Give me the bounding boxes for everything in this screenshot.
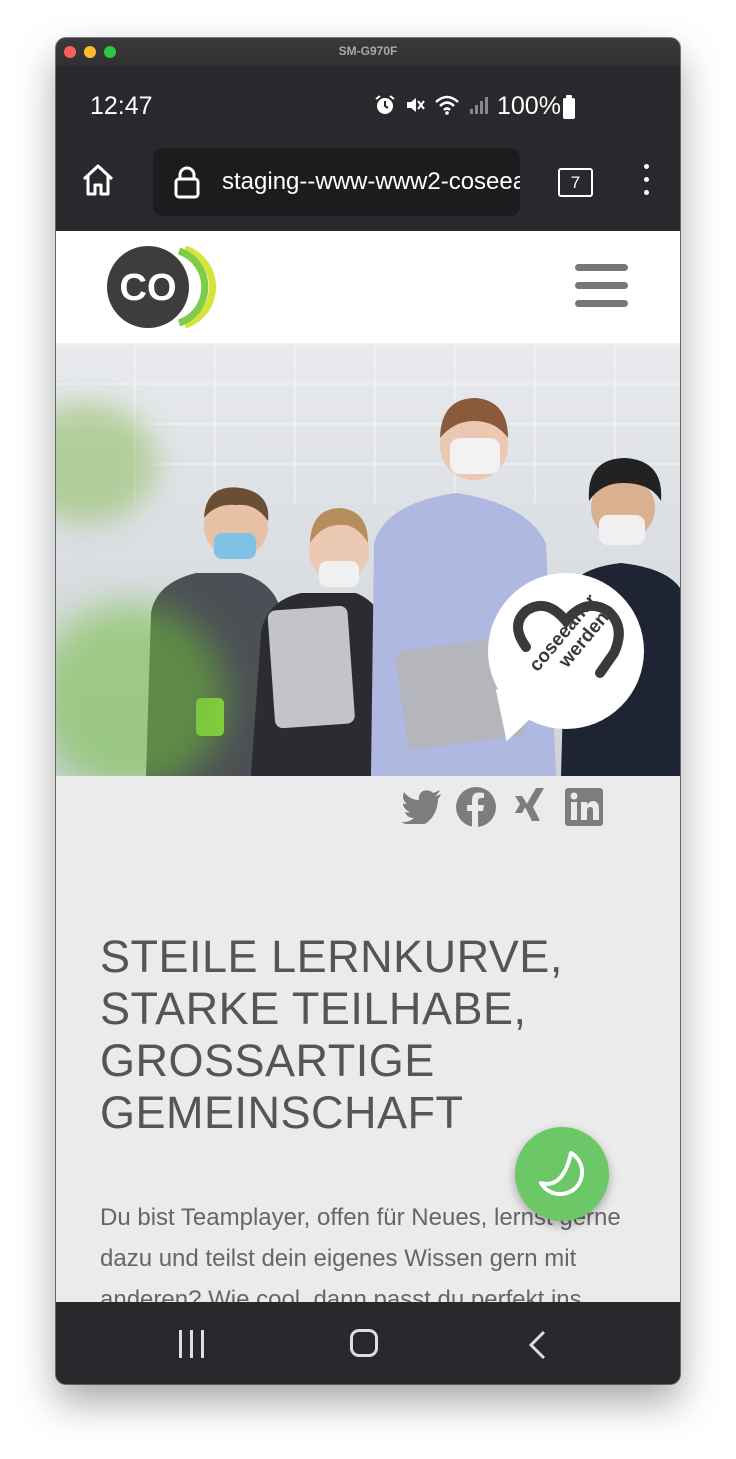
recent-apps-icon[interactable] bbox=[177, 1330, 207, 1358]
logo-text: CO bbox=[120, 267, 177, 309]
more-menu-icon[interactable] bbox=[644, 164, 650, 203]
window-titlebar: SM-G970F bbox=[56, 38, 680, 67]
address-bar[interactable]: staging--www-www2-coseeaner bbox=[153, 148, 520, 216]
android-nav-bar bbox=[56, 1302, 680, 1384]
twitter-icon[interactable] bbox=[402, 787, 442, 827]
site-header: CO bbox=[56, 231, 680, 343]
url-text: staging--www-www2-coseeaner bbox=[222, 168, 520, 195]
moon-icon bbox=[539, 1151, 585, 1197]
status-time: 12:47 bbox=[90, 92, 153, 120]
facebook-icon[interactable] bbox=[456, 787, 496, 827]
battery-percentage: 100% bbox=[497, 92, 561, 120]
back-icon[interactable] bbox=[526, 1330, 550, 1360]
linkedin-icon[interactable] bbox=[564, 787, 604, 827]
home-icon[interactable] bbox=[80, 162, 116, 198]
status-bar: 12:47 100% bbox=[56, 66, 680, 148]
web-page: CO coseeaner werden STEILE LERNKURVE, ST… bbox=[56, 231, 680, 1302]
signal-icon bbox=[470, 97, 488, 114]
device-window: SM-G970F 12:47 100% staging--www-www2-co… bbox=[56, 38, 680, 1384]
battery-icon bbox=[563, 95, 575, 119]
tab-switcher-button[interactable]: 7 bbox=[558, 168, 593, 197]
alarm-icon bbox=[375, 95, 395, 114]
xing-icon[interactable] bbox=[510, 787, 550, 827]
mute-icon bbox=[407, 98, 425, 112]
dark-mode-toggle-button[interactable] bbox=[515, 1127, 609, 1221]
coseeaner-logo[interactable]: CO bbox=[107, 245, 223, 329]
hamburger-menu-icon[interactable] bbox=[575, 264, 628, 318]
status-icons bbox=[374, 94, 490, 116]
browser-toolbar: staging--www-www2-coseeaner 7 bbox=[56, 148, 680, 230]
lock-icon bbox=[174, 166, 200, 199]
window-title: SM-G970F bbox=[338, 44, 398, 58]
home-nav-icon[interactable] bbox=[350, 1329, 378, 1357]
wifi-icon bbox=[435, 95, 459, 115]
hero-image: coseeaner werden bbox=[56, 343, 680, 776]
page-heading: STEILE LERNKURVE, STARKE TEILHABE, GROSS… bbox=[100, 931, 563, 1138]
social-links bbox=[402, 787, 604, 827]
